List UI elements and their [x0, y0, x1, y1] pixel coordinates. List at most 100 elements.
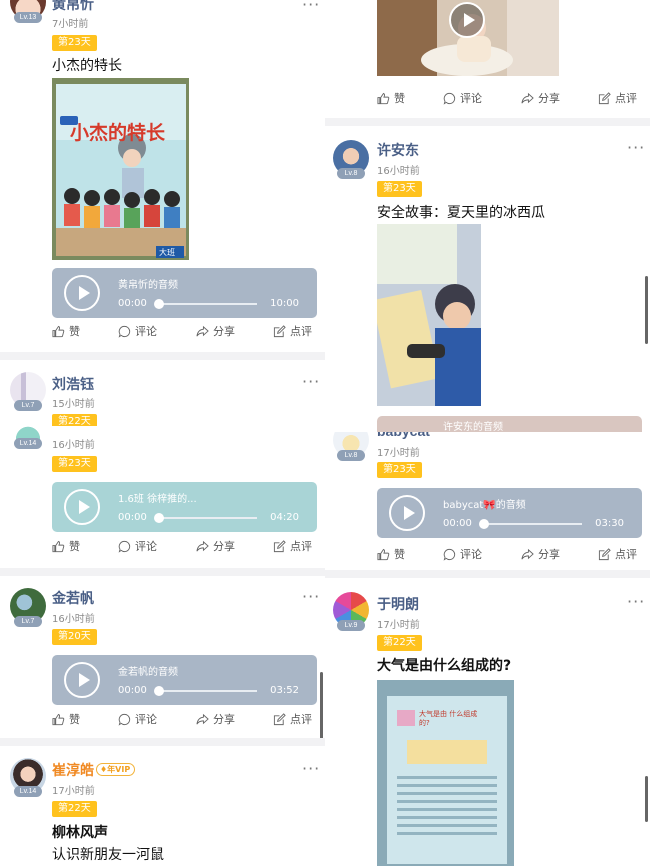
share-button[interactable]: 分享 — [196, 709, 235, 729]
feed-post: Lv.14 16小时前 第23天 1.6班 徐梓推的... 00:00 04:2… — [0, 426, 325, 568]
book-cover-title: 小杰的特长 — [70, 122, 166, 144]
audio-title: 许安东的音频 — [443, 422, 503, 432]
thumb-up-icon — [52, 713, 65, 725]
user-name[interactable]: 金若帆 — [52, 588, 94, 608]
like-button[interactable]: 赞 — [377, 88, 405, 108]
share-button[interactable]: 分享 — [521, 88, 560, 108]
comment-button[interactable]: 评论 — [443, 544, 482, 564]
audio-player[interactable]: 许安东的音频 — [377, 416, 642, 432]
more-dots-icon[interactable]: ··· — [302, 761, 320, 777]
review-button[interactable]: 点评 — [273, 709, 312, 729]
audio-progress-track[interactable] — [157, 690, 257, 692]
level-badge: Lv.8 — [337, 168, 365, 179]
avatar[interactable]: Lv.9 — [333, 592, 369, 631]
post-time: 15小时前 — [52, 399, 95, 410]
scrollbar[interactable] — [645, 776, 648, 822]
comment-button[interactable]: 评论 — [118, 709, 157, 729]
audio-progress-knob[interactable] — [154, 686, 164, 696]
feed-post: Lv.14 崔淳皓 ♦年VIP 17小时前 ··· 第22天 柳林风声 认识新朋… — [0, 746, 325, 866]
comment-bubble-icon — [118, 325, 131, 338]
more-dots-icon[interactable]: ··· — [302, 374, 320, 390]
day-badge: 第22天 — [377, 635, 422, 651]
like-button[interactable]: 赞 — [52, 536, 80, 556]
more-dots-icon[interactable]: ··· — [627, 594, 645, 610]
feed-post: Lv.8 许安东 16小时前 ··· 第23天 安全故事：夏天里的冰西瓜 许安东… — [325, 126, 650, 432]
like-label: 赞 — [69, 713, 80, 726]
day-badge: 第20天 — [52, 629, 97, 645]
comment-button[interactable]: 评论 — [118, 536, 157, 556]
audio-player[interactable]: babycat🎀的音频 00:00 03:30 — [377, 488, 642, 538]
like-button[interactable]: 赞 — [52, 709, 80, 729]
review-button[interactable]: 点评 — [598, 544, 637, 564]
user-name[interactable]: 刘浩钰 — [52, 374, 94, 394]
comment-label: 评论 — [135, 325, 157, 338]
share-label: 分享 — [538, 92, 560, 105]
share-arrow-icon — [521, 548, 534, 559]
user-name[interactable]: 崔淳皓 — [52, 760, 94, 780]
play-icon[interactable] — [449, 2, 485, 38]
user-name[interactable]: 黄帛忻 — [52, 0, 94, 14]
post-photo[interactable]: 大气是由 什么组成的? — [377, 680, 514, 866]
post-separator — [325, 118, 650, 126]
avatar[interactable]: Lv.8 — [333, 432, 369, 461]
avatar[interactable]: Lv.14 — [10, 426, 46, 449]
share-button[interactable]: 分享 — [196, 321, 235, 341]
audio-progress-knob[interactable] — [479, 519, 489, 529]
audio-progress-knob[interactable] — [154, 513, 164, 523]
comment-button[interactable]: 评论 — [118, 321, 157, 341]
like-label: 赞 — [394, 548, 405, 561]
book-page-title: 大气是由 什么组成的? — [419, 710, 478, 727]
more-dots-icon[interactable]: ··· — [302, 589, 320, 605]
avatar[interactable]: Lv.13 — [10, 0, 46, 23]
review-edit-icon — [598, 547, 611, 560]
comment-label: 评论 — [460, 548, 482, 561]
audio-player[interactable]: 黄帛忻的音频 00:00 10:00 — [52, 268, 317, 318]
review-label: 点评 — [290, 540, 312, 553]
avatar[interactable]: Lv.14 — [10, 758, 46, 797]
post-photo[interactable]: 小杰的特长 大班 — [52, 78, 189, 260]
comment-button[interactable]: 评论 — [443, 88, 482, 108]
vip-badge-icon: ♦年VIP — [96, 763, 136, 776]
post-photo[interactable] — [377, 0, 559, 76]
scrollbar[interactable] — [645, 276, 648, 344]
user-name[interactable]: 于明朗 — [377, 594, 419, 614]
avatar[interactable]: Lv.8 — [333, 140, 369, 179]
more-dots-icon[interactable]: ··· — [302, 0, 320, 13]
book-cover-image — [52, 78, 189, 260]
review-edit-icon — [273, 539, 286, 552]
audio-progress-knob[interactable] — [154, 299, 164, 309]
review-button[interactable]: 点评 — [598, 88, 637, 108]
day-badge: 第22天 — [52, 801, 97, 817]
audio-player[interactable]: 金若帆的音频 00:00 03:52 — [52, 655, 317, 705]
child-reading-image — [377, 224, 481, 406]
share-button[interactable]: 分享 — [521, 544, 560, 564]
like-button[interactable]: 赞 — [377, 544, 405, 564]
review-button[interactable]: 点评 — [273, 321, 312, 341]
level-badge: Lv.14 — [14, 438, 42, 449]
avatar[interactable]: Lv.7 — [10, 588, 46, 627]
bow-icon: 🎀 — [483, 500, 496, 511]
post-title: 小杰的特长 — [52, 58, 122, 74]
post-photo[interactable] — [377, 224, 481, 406]
play-icon[interactable] — [64, 275, 100, 311]
like-button[interactable]: 赞 — [52, 321, 80, 341]
more-dots-icon[interactable]: ··· — [627, 140, 645, 156]
review-button[interactable]: 点评 — [273, 536, 312, 556]
share-button[interactable]: 分享 — [196, 536, 235, 556]
user-name[interactable]: 许安东 — [377, 140, 419, 160]
scrollbar[interactable] — [320, 672, 323, 738]
thumb-up-icon — [377, 548, 390, 560]
share-label: 分享 — [213, 325, 235, 338]
audio-player[interactable]: 1.6班 徐梓推的... 00:00 04:20 — [52, 482, 317, 532]
audio-progress-track[interactable] — [157, 303, 257, 305]
audio-duration: 04:20 — [270, 512, 299, 523]
audio-duration: 03:30 — [595, 518, 624, 529]
avatar[interactable]: Lv.7 — [10, 372, 46, 411]
play-icon[interactable] — [64, 662, 100, 698]
audio-progress-track[interactable] — [482, 523, 582, 525]
play-icon[interactable] — [389, 495, 425, 531]
audio-progress-track[interactable] — [157, 517, 257, 519]
play-icon[interactable] — [64, 489, 100, 525]
post-time: 17小时前 — [377, 620, 420, 631]
user-name[interactable]: babycat — [377, 432, 430, 439]
